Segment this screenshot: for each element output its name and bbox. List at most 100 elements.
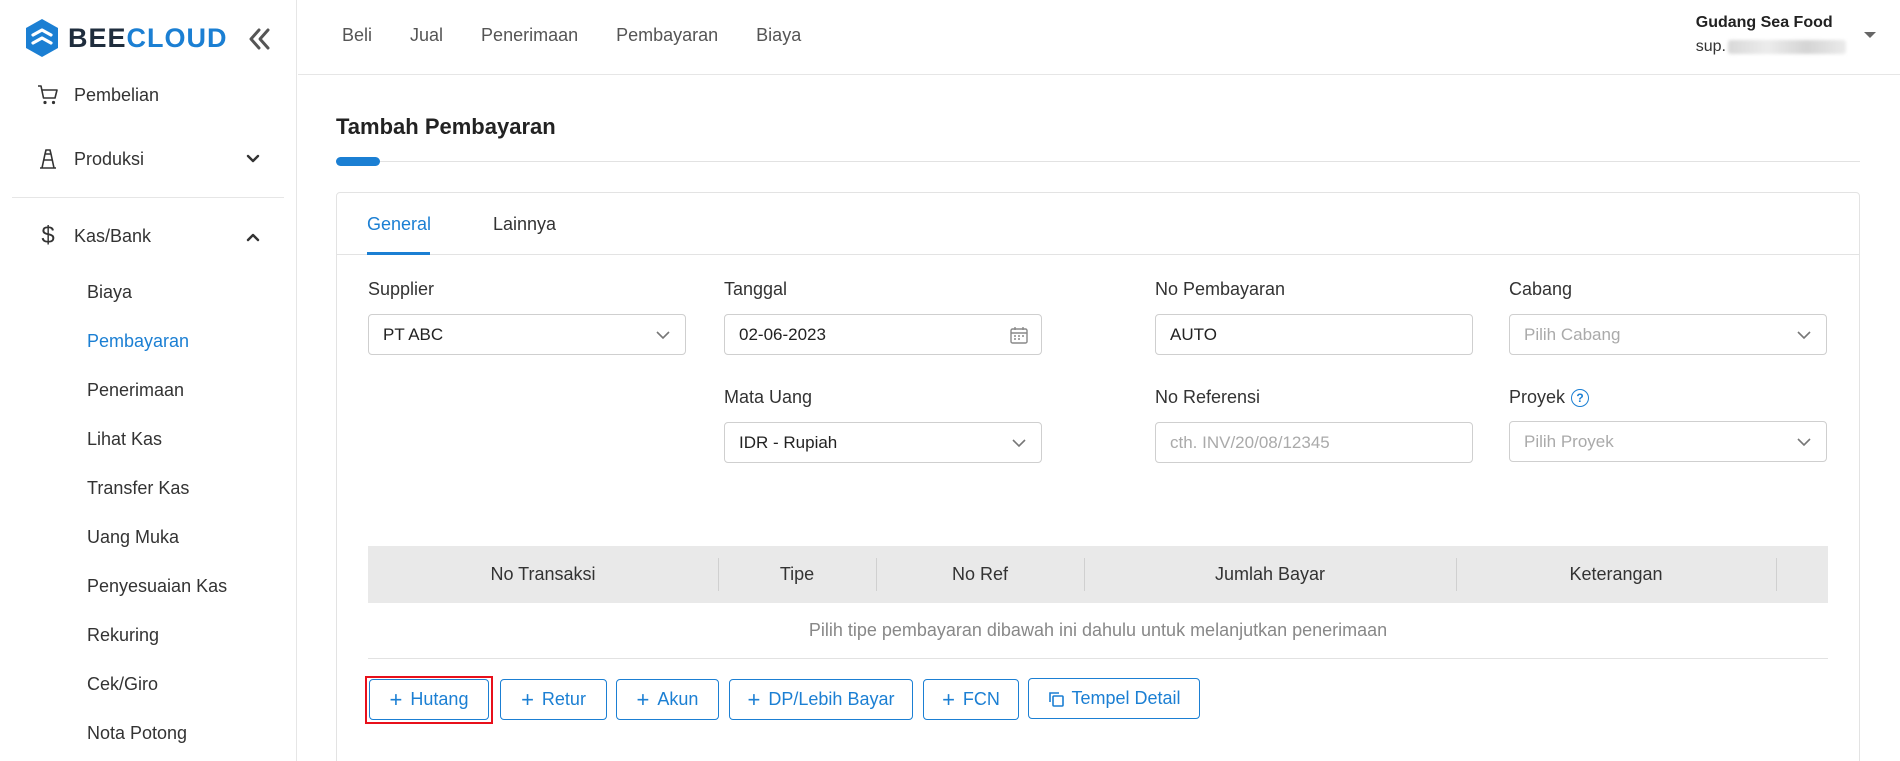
sidebar-subitem-nota-potong[interactable]: Nota Potong (87, 723, 187, 744)
cabang-select[interactable]: Pilih Cabang (1509, 314, 1827, 355)
mata-uang-label: Mata Uang (724, 387, 813, 407)
table-header: No Transaksi Tipe No Ref Jumlah Bayar Ke… (368, 546, 1828, 603)
dollar-icon: $ (41, 222, 55, 249)
no-referensi-label: No Referensi (1155, 387, 1261, 407)
tab-bar: General Lainnya (337, 193, 1859, 255)
topnav-jual[interactable]: Jual (410, 25, 443, 46)
sidebar-subitem-rekuring[interactable]: Rekuring (87, 625, 159, 646)
sidebar-subitem-uang-muka[interactable]: Uang Muka (87, 527, 179, 548)
logo: BEECLOUD (24, 18, 228, 58)
add-retur-label: Retur (541, 689, 586, 709)
help-icon[interactable]: ? (1571, 389, 1590, 407)
column-header-keterangan: Keterangan (1569, 564, 1663, 584)
collapse-sidebar-icon[interactable] (244, 24, 274, 54)
user-email: sup. (1696, 38, 1846, 56)
add-fcn-button[interactable]: + FCN (923, 679, 1019, 720)
chevron-up-icon[interactable] (244, 228, 262, 246)
cabang-label: Cabang (1509, 279, 1573, 299)
topnav-penerimaan[interactable]: Penerimaan (481, 25, 578, 46)
chevron-down-icon[interactable] (244, 150, 262, 168)
top-bar: Beli Jual Penerimaan Pembayaran Biaya Gu… (298, 0, 1900, 75)
topnav-biaya[interactable]: Biaya (756, 25, 801, 46)
topnav-pembayaran[interactable]: Pembayaran (616, 25, 718, 46)
plus-icon: + (636, 686, 650, 712)
plus-icon: + (747, 686, 761, 712)
sidebar-divider (12, 197, 284, 198)
caret-down-icon[interactable] (1864, 32, 1876, 38)
chevron-down-icon (656, 331, 670, 340)
sidebar-item-produksi[interactable]: Produksi (36, 147, 144, 171)
user-name: Gudang Sea Food (1695, 14, 1833, 31)
supplier-select[interactable]: PT ABC (368, 314, 686, 355)
column-separator (1776, 558, 1777, 591)
mata-uang-value: IDR - Rupiah (739, 432, 838, 452)
sidebar-subitem-cek-giro[interactable]: Cek/Giro (87, 674, 158, 695)
plus-icon: + (942, 686, 955, 712)
plus-icon: + (389, 686, 403, 712)
tab-active-indicator (367, 252, 430, 255)
no-pembayaran-label: No Pembayaran (1155, 279, 1286, 299)
proyek-label: Proyek? (1509, 387, 1590, 408)
brand-part2: CLOUD (126, 22, 228, 53)
tanggal-value: 02-06-2023 (739, 324, 826, 344)
hexagon-logo-icon (26, 19, 58, 57)
sidebar-subitem-lihat-kas[interactable]: Lihat Kas (87, 429, 162, 450)
chevron-down-icon (1797, 438, 1811, 447)
user-email-prefix: sup. (1695, 38, 1726, 55)
add-dp-button[interactable]: + DP/Lebih Bayar (729, 679, 913, 720)
tempel-detail-button[interactable]: Tempel Detail (1028, 678, 1200, 719)
brand-name: BEECLOUD (68, 23, 228, 54)
form-card: General Lainnya Supplier Tanggal No Pemb… (336, 192, 1860, 761)
sidebar-item-kas-bank[interactable]: $ Kas/Bank (36, 222, 152, 249)
factory-icon (36, 147, 60, 171)
copy-icon (1049, 691, 1065, 707)
supplier-label: Supplier (368, 279, 435, 299)
sidebar-subitem-transfer-kas[interactable]: Transfer Kas (87, 478, 189, 499)
sidebar-item-pembelian[interactable]: Pembelian (36, 83, 159, 107)
add-akun-button[interactable]: + Akun (616, 679, 719, 720)
proyek-placeholder: Pilih Proyek (1524, 431, 1614, 451)
add-dp-label: DP/Lebih Bayar (768, 689, 895, 709)
user-menu[interactable]: Gudang Sea Food sup. (1696, 14, 1846, 56)
column-header-no-transaksi: No Transaksi (490, 564, 596, 584)
add-akun-label: Akun (657, 689, 699, 709)
sidebar-subitem-penyesuaian-kas[interactable]: Penyesuaian Kas (87, 576, 227, 597)
no-pembayaran-input[interactable]: AUTO (1155, 314, 1473, 355)
column-header-tipe: Tipe (779, 564, 815, 584)
page-title: Tambah Pembayaran (336, 114, 556, 139)
mata-uang-select[interactable]: IDR - Rupiah (724, 422, 1042, 463)
sidebar-item-label: Pembelian (74, 84, 160, 105)
sidebar-subitem-pembayaran[interactable]: Pembayaran (87, 331, 189, 352)
calendar-icon (1010, 327, 1028, 344)
add-hutang-label: Hutang (410, 689, 469, 709)
cart-icon (36, 83, 60, 107)
add-retur-button[interactable]: + Retur (500, 679, 607, 720)
proyek-select[interactable]: Pilih Proyek (1509, 421, 1827, 462)
redacted-email (1728, 40, 1846, 54)
column-header-jumlah-bayar: Jumlah Bayar (1214, 564, 1326, 584)
proyek-label-text: Proyek (1509, 387, 1566, 407)
add-fcn-label: FCN (962, 689, 1000, 709)
tanggal-datepicker[interactable]: 02-06-2023 (724, 314, 1042, 355)
tanggal-label: Tanggal (724, 279, 788, 299)
plus-icon: + (521, 686, 534, 712)
column-header-no-ref: No Ref (951, 564, 1009, 584)
brand-part1: BEE (68, 22, 127, 53)
topnav-beli[interactable]: Beli (342, 25, 372, 46)
chevron-down-icon (1797, 331, 1811, 340)
no-referensi-input[interactable]: cth. INV/20/08/12345 (1155, 422, 1473, 463)
table-empty-message: Pilih tipe pembayaran dibawah ini dahulu… (368, 603, 1828, 659)
title-accent-bar (336, 157, 380, 166)
sidebar-subitem-penerimaan[interactable]: Penerimaan (87, 380, 184, 401)
no-referensi-placeholder: cth. INV/20/08/12345 (1170, 432, 1330, 452)
sidebar-subitem-biaya[interactable]: Biaya (87, 282, 132, 303)
sidebar-item-label: Produksi (74, 148, 145, 169)
supplier-value: PT ABC (383, 324, 444, 344)
tempel-detail-label: Tempel Detail (1071, 688, 1181, 708)
add-hutang-button[interactable]: + Hutang (369, 679, 489, 720)
top-nav: Beli Jual Penerimaan Pembayaran Biaya (342, 25, 801, 46)
sidebar-item-label: Kas/Bank (74, 225, 152, 246)
tab-lainnya[interactable]: Lainnya (493, 214, 556, 235)
no-pembayaran-value: AUTO (1170, 324, 1217, 344)
tab-general[interactable]: General (367, 214, 431, 235)
